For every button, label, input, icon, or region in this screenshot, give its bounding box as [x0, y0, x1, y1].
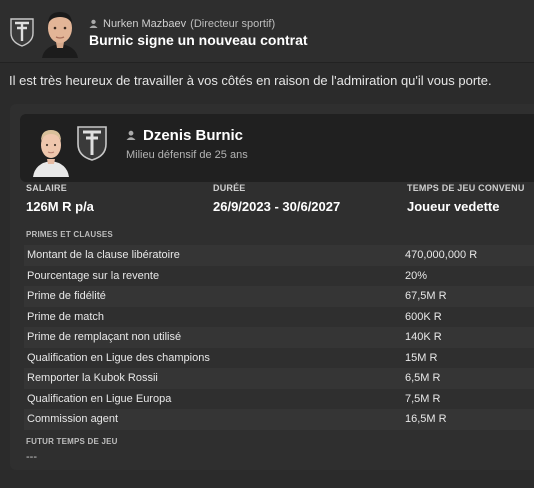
clause-value: 16,5M R — [405, 413, 447, 425]
clause-row: Remporter la Kubok Rossii 6,5M R — [24, 368, 534, 389]
playing-time-value: Joueur vedette — [407, 199, 500, 214]
message-header: Nurken Mazbaev (Directeur sportif) Burnic… — [0, 0, 534, 63]
clause-row: Prime de fidélité 67,5M R — [24, 286, 534, 307]
clause-value: 470,000,000 R — [405, 249, 478, 261]
manager-photo[interactable] — [36, 6, 84, 58]
clause-row: Pourcentage sur la revente 20% — [24, 265, 534, 286]
playing-time-label: TEMPS DE JEU CONVENU — [407, 183, 525, 193]
clauses-list: Montant de la clause libératoire 470,000,… — [24, 245, 534, 430]
player-photo[interactable] — [31, 119, 71, 177]
player-name[interactable]: Dzenis Burnic — [126, 127, 243, 144]
salary-label: SALAIRE — [26, 183, 67, 193]
salary-value: 126M R p/a — [26, 199, 94, 214]
club-crest-icon[interactable] — [8, 17, 36, 47]
clause-value: 67,5M R — [405, 290, 447, 302]
future-playing-time-title: FUTUR TEMPS DE JEU — [26, 437, 118, 446]
clause-label: Qualification en Ligue des champions — [27, 351, 210, 364]
player-description: Milieu défensif de 25 ans — [126, 149, 248, 161]
clause-label: Montant de la clause libératoire — [27, 249, 180, 261]
message-body: Il est très heureux de travailler à vos … — [9, 73, 492, 88]
clause-row: Montant de la clause libératoire 470,000,… — [24, 245, 534, 266]
player-name-text[interactable]: Dzenis Burnic — [143, 127, 243, 144]
message-subject: Burnic signe un nouveau contrat — [89, 32, 308, 48]
clause-row: Commission agent 16,5M R — [24, 409, 534, 430]
clause-label: Pourcentage sur la revente — [27, 269, 160, 282]
clause-label: Prime de fidélité — [27, 290, 106, 302]
clause-value: 20% — [405, 269, 428, 282]
duration-value: 26/9/2023 - 30/6/2027 — [213, 199, 341, 214]
clause-label: Commission agent — [27, 413, 119, 425]
clause-value: 600K R — [405, 310, 442, 323]
person-icon — [89, 19, 98, 28]
person-icon — [126, 130, 136, 140]
future-playing-time-value: --- — [26, 451, 37, 463]
clauses-title: PRIMES ET CLAUSES — [26, 230, 113, 239]
clause-value: 6,5M R — [405, 372, 441, 384]
duration-label: DURÉE — [213, 183, 246, 193]
sender-role: (Directeur sportif) — [190, 18, 276, 30]
sender-name[interactable]: Nurken Mazbaev — [103, 18, 186, 30]
clause-label: Prime de match — [27, 310, 105, 323]
clause-label: Prime de remplaçant non utilisé — [27, 331, 182, 343]
clause-value: 7,5M R — [405, 392, 441, 405]
sender-line: Nurken Mazbaev (Directeur sportif) — [89, 18, 275, 30]
club-crest-icon[interactable] — [74, 124, 110, 162]
clause-row: Qualification en Ligue des champions 15M … — [24, 347, 534, 368]
clause-label: Remporter la Kubok Rossii — [27, 372, 158, 384]
clause-row: Prime de remplaçant non utilisé 140K R — [24, 327, 534, 348]
clause-row: Qualification en Ligue Europa 7,5M R — [24, 388, 534, 409]
clause-row: Prime de match 600K R — [24, 306, 534, 327]
clause-label: Qualification en Ligue Europa — [27, 392, 172, 405]
clause-value: 15M R — [405, 351, 438, 364]
clause-value: 140K R — [405, 331, 442, 343]
